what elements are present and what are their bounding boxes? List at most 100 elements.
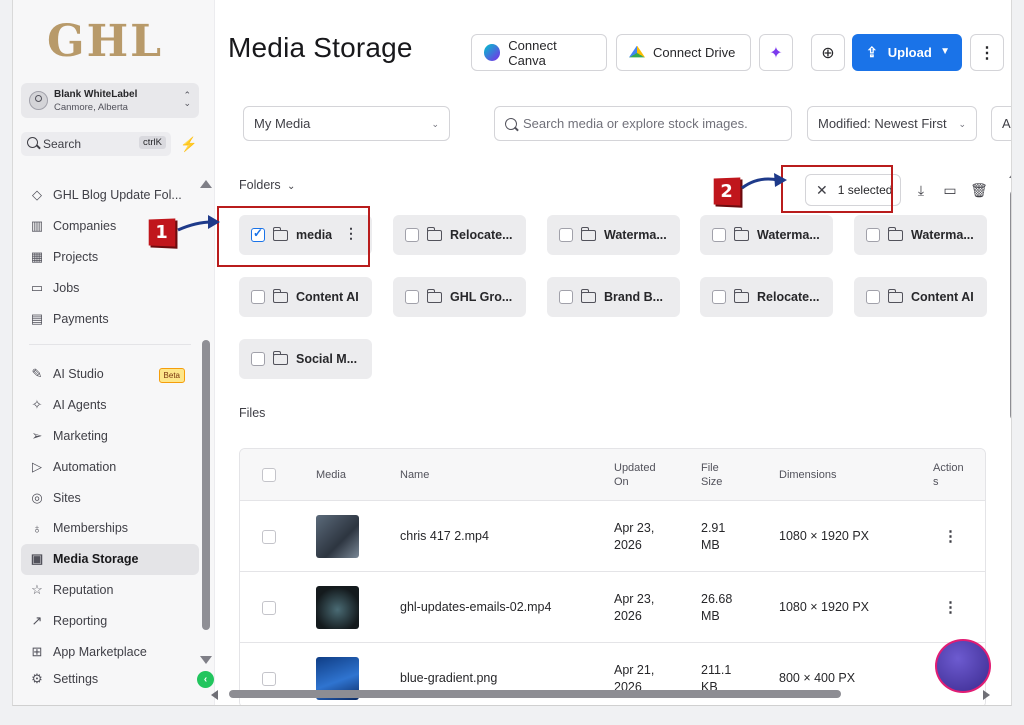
collapse-sidebar-chevron-left-icon[interactable]: ‹ bbox=[197, 671, 214, 688]
sidebar-item-settings[interactable]: ⚙ Settings bbox=[21, 667, 199, 691]
sidebar-search-label: Search bbox=[43, 137, 82, 151]
quick-actions-bolt-icon[interactable]: ⚡ bbox=[179, 134, 199, 154]
delete-trash-icon[interactable]: 🗑 bbox=[970, 181, 988, 199]
file-name[interactable]: chris 417 2.mp4 bbox=[400, 501, 489, 572]
building-icon: ▥ bbox=[30, 218, 44, 234]
media-scope-select[interactable]: My Media ⌄ bbox=[243, 106, 450, 141]
select-all-checkbox[interactable] bbox=[262, 468, 276, 482]
star-icon: ☆ bbox=[31, 581, 43, 597]
account-switcher[interactable]: Blank WhiteLabel Canmore, Alberta ⌃ ⌄ bbox=[21, 83, 199, 118]
folder-checkbox[interactable] bbox=[251, 352, 265, 366]
table-row[interactable]: ghl-updates-emails-02.mp4 Apr 23, 2026 2… bbox=[240, 572, 985, 643]
sidebar-item-marketing[interactable]: ➢ Marketing bbox=[21, 421, 199, 452]
folder-checkbox[interactable] bbox=[712, 290, 726, 304]
scroll-left-arrow-icon[interactable] bbox=[211, 690, 218, 700]
chevron-down-icon: ⌄ bbox=[284, 181, 296, 192]
folder-checkbox[interactable] bbox=[559, 228, 573, 242]
sparkle-icon: ✦ bbox=[769, 44, 783, 62]
folder-card[interactable]: Social M... bbox=[239, 339, 372, 379]
scrollbar-thumb[interactable] bbox=[202, 340, 210, 630]
folder-card[interactable]: Waterma... bbox=[547, 215, 680, 255]
sidebar-item-jobs[interactable]: ▭ Jobs bbox=[21, 272, 199, 303]
folder-card[interactable]: Waterma... bbox=[700, 215, 833, 255]
row-checkbox[interactable] bbox=[262, 671, 276, 686]
kebab-menu-icon: ⋮ bbox=[979, 44, 995, 62]
folder-card[interactable]: Relocate... bbox=[393, 215, 526, 255]
row-actions-kebab-icon[interactable]: ⋮ bbox=[943, 501, 958, 572]
sidebar-item-reputation[interactable]: ☆ Reputation bbox=[21, 575, 199, 606]
scrollbar-thumb[interactable] bbox=[1010, 190, 1011, 420]
google-drive-logo-icon bbox=[629, 45, 645, 58]
folder-card[interactable]: Brand B... bbox=[547, 277, 680, 317]
type-filter-select[interactable]: All bbox=[991, 106, 1011, 141]
sort-select[interactable]: Modified: Newest First ⌄ bbox=[807, 106, 977, 141]
sidebar-scrollbar[interactable] bbox=[200, 180, 212, 664]
chevron-down-icon: ▼ bbox=[940, 46, 950, 57]
search-shortcut: ctrlK bbox=[139, 136, 166, 149]
row-actions-kebab-icon[interactable]: ⋮ bbox=[943, 572, 958, 643]
sidebar-item-ai-agents[interactable]: ✧ AI Agents bbox=[21, 390, 199, 421]
media-thumbnail[interactable] bbox=[316, 586, 359, 629]
folder-checkbox[interactable] bbox=[405, 290, 419, 304]
sidebar-item-media-storage[interactable]: ▣ Media Storage bbox=[21, 543, 199, 575]
sidebar-item-reporting[interactable]: ↗ Reporting bbox=[21, 605, 199, 636]
folder-checkbox[interactable] bbox=[251, 290, 265, 304]
account-avatar-icon bbox=[29, 91, 48, 110]
ai-sparkle-button[interactable]: ✦ bbox=[759, 34, 793, 71]
sidebar-item-ghl-blog[interactable]: ◇ GHL Blog Update Fol... bbox=[21, 180, 199, 211]
col-actions: Actions bbox=[933, 462, 964, 488]
row-checkbox[interactable] bbox=[262, 529, 276, 544]
move-to-folder-icon[interactable]: ▭ bbox=[941, 181, 959, 199]
scroll-up-arrow-icon[interactable] bbox=[1009, 170, 1011, 178]
connect-drive-button[interactable]: Connect Drive bbox=[616, 34, 751, 71]
folder-card[interactable]: Waterma... bbox=[854, 215, 987, 255]
sidebar-item-label: AI Studio bbox=[53, 367, 104, 382]
folder-checkbox[interactable] bbox=[712, 228, 726, 242]
sidebar-item-memberships[interactable]: ♁ Memberships bbox=[21, 513, 199, 544]
folder-card[interactable]: Content AI bbox=[239, 277, 372, 317]
folder-checkbox[interactable] bbox=[559, 290, 573, 304]
sidebar-item-sites[interactable]: ◎ Sites bbox=[21, 482, 199, 513]
more-options-button[interactable]: ⋮ bbox=[970, 34, 1004, 71]
folder-card[interactable]: Relocate... bbox=[700, 277, 833, 317]
scroll-right-arrow-icon[interactable] bbox=[983, 690, 990, 700]
grid-icon: ▦ bbox=[30, 248, 44, 264]
apps-icon: ⊞ bbox=[31, 643, 43, 659]
file-name[interactable]: ghl-updates-emails-02.mp4 bbox=[400, 572, 551, 643]
folder-plus-icon: ⊕ bbox=[821, 44, 835, 62]
folders-toggle[interactable]: Folders ⌄ bbox=[239, 178, 295, 192]
col-media: Media bbox=[316, 469, 346, 481]
scrollbar-thumb[interactable] bbox=[229, 690, 841, 698]
cube-icon: ◇ bbox=[32, 187, 42, 203]
sidebar-search[interactable]: Search ctrlK bbox=[21, 132, 171, 156]
sidebar-item-automation[interactable]: ▷ Automation bbox=[21, 451, 199, 482]
row-checkbox[interactable] bbox=[262, 600, 276, 615]
sidebar-item-payments[interactable]: ▤ Payments bbox=[21, 303, 199, 334]
files-section-label: Files bbox=[239, 406, 266, 420]
table-row[interactable]: chris 417 2.mp4 Apr 23, 2026 2.91 MB 108… bbox=[240, 501, 985, 572]
sidebar-item-label: Settings bbox=[53, 671, 99, 686]
upload-button[interactable]: ⇪ Upload ▼ bbox=[852, 34, 962, 71]
media-search-placeholder: Search media or explore stock images. bbox=[523, 116, 748, 131]
main-scrollbar[interactable] bbox=[1009, 170, 1011, 690]
folder-name: GHL Gro... bbox=[450, 290, 513, 304]
sidebar-item-ai-studio[interactable]: ✎ AI Studio Beta bbox=[21, 359, 199, 390]
folder-card[interactable]: GHL Gro... bbox=[393, 277, 526, 317]
scroll-down-arrow-icon[interactable] bbox=[200, 656, 212, 664]
new-folder-button[interactable]: ⊕ bbox=[811, 34, 845, 71]
annotation-highlight-box-2 bbox=[781, 165, 893, 213]
connect-canva-button[interactable]: Connect Canva bbox=[471, 34, 607, 71]
file-updated: Apr 23, 2026 bbox=[614, 591, 655, 623]
folder-checkbox[interactable] bbox=[866, 290, 880, 304]
media-search-input[interactable]: Search media or explore stock images. bbox=[494, 106, 792, 141]
folder-card[interactable]: Content AI bbox=[854, 277, 987, 317]
download-icon[interactable]: ⤓ bbox=[912, 181, 930, 199]
horizontal-scrollbar[interactable] bbox=[211, 688, 991, 700]
folder-checkbox[interactable] bbox=[866, 228, 880, 242]
media-thumbnail[interactable] bbox=[316, 515, 359, 558]
scroll-up-arrow-icon[interactable] bbox=[200, 180, 212, 188]
sidebar-item-label: Reputation bbox=[53, 582, 114, 597]
sidebar-item-app-marketplace[interactable]: ⊞ App Marketplace bbox=[21, 636, 199, 667]
folder-checkbox[interactable] bbox=[405, 228, 419, 242]
col-dimensions: Dimensions bbox=[779, 469, 837, 481]
